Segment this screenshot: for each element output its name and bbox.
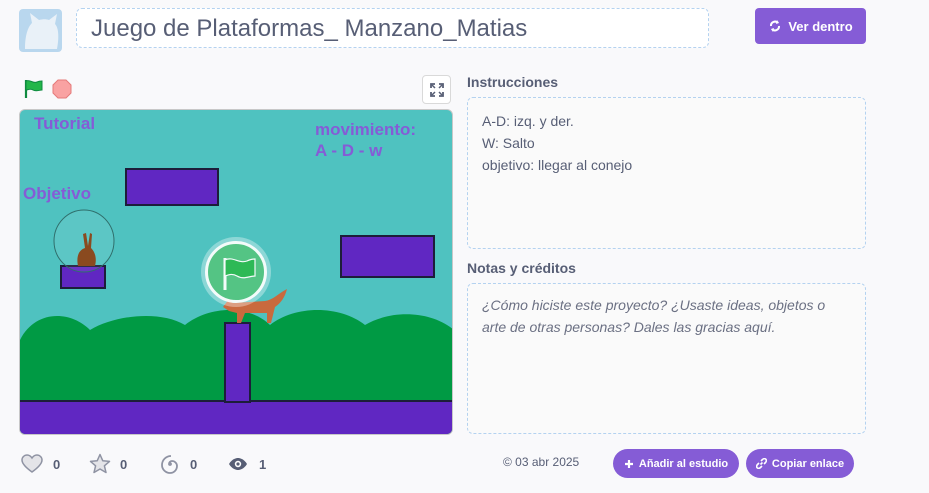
love-count: 0 (53, 456, 61, 472)
link-icon (755, 458, 767, 469)
plus-icon (624, 459, 633, 468)
stage-platform (340, 235, 435, 278)
see-inside-label: Ver dentro (788, 18, 853, 34)
share-date: © 03 abr 2025 (503, 455, 580, 469)
favorite-count: 0 (120, 456, 128, 472)
instructions-heading: Instrucciones (467, 74, 559, 90)
cat-avatar-icon (25, 13, 59, 49)
stage-movement-label-1: movimiento: (315, 120, 417, 139)
stage-pillar (224, 322, 251, 403)
fullscreen-button[interactable] (422, 75, 451, 104)
remix-stat[interactable]: 0 (160, 452, 197, 476)
remix-count: 0 (190, 456, 198, 472)
notes-heading: Notas y créditos (467, 260, 576, 276)
copy-link-button[interactable]: Copiar enlace (746, 449, 854, 478)
add-to-studio-button[interactable]: Añadir al estudio (613, 449, 739, 478)
stop-button[interactable] (52, 79, 72, 99)
star-icon (89, 453, 111, 474)
heart-icon (21, 454, 43, 473)
stop-sign-icon (52, 79, 72, 99)
love-stat[interactable]: 0 (21, 452, 60, 476)
fullscreen-icon (429, 82, 444, 97)
notes-textarea[interactable]: ¿Cómo hiciste este proyecto? ¿Usaste ide… (467, 283, 866, 434)
start-flag-icon (223, 258, 256, 290)
project-stage[interactable]: Tutorial movimiento: A - D - w Objetivo (19, 109, 453, 435)
instructions-line: W: Salto (482, 135, 535, 151)
instructions-textarea[interactable]: A-D: izq. y der. W: Salto objetivo: lleg… (467, 97, 866, 249)
stage-movement-label-2: A - D - w (315, 141, 383, 160)
instructions-line: objetivo: llegar al conejo (482, 157, 633, 173)
avatar[interactable] (19, 9, 62, 52)
copy-link-label: Copiar enlace (771, 457, 845, 470)
green-flag-icon (24, 80, 43, 98)
remix-icon (770, 20, 781, 32)
green-flag-overlay[interactable] (201, 237, 271, 307)
views-stat: 1 (228, 452, 266, 476)
project-title-input[interactable]: Juego de Plataformas_ Manzano_Matias (76, 8, 709, 48)
remix-spiral-icon (161, 455, 178, 474)
see-inside-button[interactable]: Ver dentro (755, 8, 866, 44)
instructions-line: A-D: izq. y der. (482, 113, 574, 129)
favorite-stat[interactable]: 0 (89, 452, 127, 476)
rabbit-icon (53, 209, 115, 273)
add-to-studio-label: Añadir al estudio (638, 457, 729, 470)
green-flag-button[interactable] (23, 78, 45, 100)
eye-icon (229, 458, 247, 470)
stage-objective-label: Objetivo (23, 184, 92, 203)
views-count: 1 (259, 456, 267, 472)
stage-platform (125, 168, 219, 206)
stage-tutorial-label: Tutorial (34, 114, 96, 133)
notes-placeholder: ¿Cómo hiciste este proyecto? ¿Usaste ide… (482, 297, 826, 335)
